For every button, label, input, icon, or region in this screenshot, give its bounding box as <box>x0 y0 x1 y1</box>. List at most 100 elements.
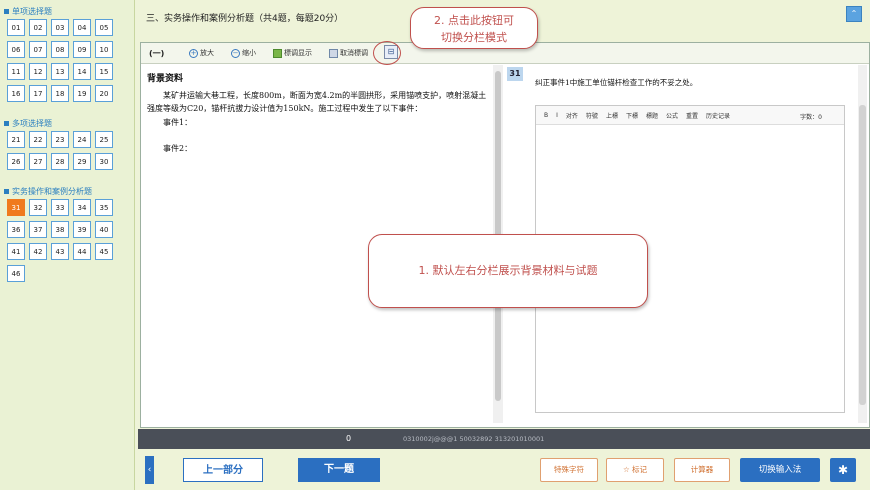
question-button-28[interactable]: 28 <box>51 153 69 170</box>
editor-tool-2[interactable]: 对齐 <box>566 111 578 120</box>
question-button-33[interactable]: 33 <box>51 199 69 216</box>
question-button-03[interactable]: 03 <box>51 19 69 36</box>
bottom-bar: ‹ 上一部分 下一题 特殊字符 ☆ 标记 计算器 切换输入法 ✱ <box>138 452 870 490</box>
collapse-sidebar-button[interactable]: ‹ <box>145 456 154 484</box>
question-button-42[interactable]: 42 <box>29 243 47 260</box>
background-title: 背景资料 <box>147 74 184 84</box>
callout-left-right: 1. 默认左右分栏展示背景材料与试题 <box>368 234 648 308</box>
cancel-highlight-icon <box>329 48 338 58</box>
zoom-out-button[interactable]: − 缩小 <box>231 47 256 59</box>
minus-icon: − <box>231 48 240 58</box>
callout-line-2: 切换分栏模式 <box>441 31 507 44</box>
question-button-29[interactable]: 29 <box>73 153 91 170</box>
question-text: 纠正事件1中施工单位锚杆检查工作的不妥之处。 <box>535 78 698 87</box>
section-label: 实务操作和案例分析题 <box>12 187 92 196</box>
question-button-37[interactable]: 37 <box>29 221 47 238</box>
question-button-12[interactable]: 12 <box>29 63 47 80</box>
question-button-06[interactable]: 06 <box>7 41 25 58</box>
question-button-24[interactable]: 24 <box>73 131 91 148</box>
question-button-18[interactable]: 18 <box>51 85 69 102</box>
question-button-34[interactable]: 34 <box>73 199 91 216</box>
question-button-04[interactable]: 04 <box>73 19 91 36</box>
question-button-19[interactable]: 19 <box>73 85 91 102</box>
editor-toolbar: B I 对齐 符號 上標 下標 標题 公式 重置 历史记录 <box>536 106 844 125</box>
status-number: 0 <box>346 434 352 443</box>
question-button-13[interactable]: 13 <box>51 63 69 80</box>
question-button-01[interactable]: 01 <box>7 19 25 36</box>
zoom-in-button[interactable]: + 放大 <box>189 47 214 59</box>
question-button-11[interactable]: 11 <box>7 63 25 80</box>
question-button-09[interactable]: 09 <box>73 41 91 58</box>
right-scrollbar[interactable] <box>858 65 867 423</box>
question-button-17[interactable]: 17 <box>29 85 47 102</box>
editor-tool-7[interactable]: 公式 <box>666 111 678 120</box>
cancel-highlight-button[interactable]: 取消標调 <box>329 47 368 59</box>
highlight-label: 標调显示 <box>284 49 312 57</box>
question-button-38[interactable]: 38 <box>51 221 69 238</box>
question-button-31[interactable]: 31 <box>7 199 25 216</box>
collapse-icon[interactable]: ⌃ <box>846 6 862 22</box>
editor-tool-8[interactable]: 重置 <box>686 111 698 120</box>
question-button-05[interactable]: 05 <box>95 19 113 36</box>
editor-tool-0[interactable]: B <box>544 112 548 119</box>
mark-button[interactable]: ☆ 标记 <box>606 458 664 482</box>
question-button-22[interactable]: 22 <box>29 131 47 148</box>
prev-part-button[interactable]: 上一部分 <box>183 458 263 482</box>
editor-tool-9[interactable]: 历史记录 <box>706 111 730 120</box>
section-title-single: 单项选择题 <box>4 6 52 17</box>
question-button-36[interactable]: 36 <box>7 221 25 238</box>
question-button-40[interactable]: 40 <box>95 221 113 238</box>
question-button-25[interactable]: 25 <box>95 131 113 148</box>
part-label: (一) <box>149 49 165 58</box>
question-button-41[interactable]: 41 <box>7 243 25 260</box>
question-nav-sidebar: 单项选择题 多项选择题 实务操作和案例分析题 01 02 03 04 05 06 07 08 0… <box>0 0 135 490</box>
question-button-20[interactable]: 20 <box>95 85 113 102</box>
question-button-08[interactable]: 08 <box>51 41 69 58</box>
event-2-label: 事件2： <box>163 144 193 153</box>
question-button-23[interactable]: 23 <box>51 131 69 148</box>
scroll-thumb[interactable] <box>859 105 866 405</box>
callout-split-hint: 2. 点击此按钮可 切换分栏模式 <box>410 7 538 49</box>
question-button-15[interactable]: 15 <box>95 63 113 80</box>
question-button-16[interactable]: 16 <box>7 85 25 102</box>
section-title-multi: 多项选择题 <box>4 118 52 129</box>
editor-tool-3[interactable]: 符號 <box>586 111 598 120</box>
question-button-39[interactable]: 39 <box>73 221 91 238</box>
section-heading: 三、实务操作和案例分析题（共4题，每题20分） <box>146 14 344 24</box>
question-button-30[interactable]: 30 <box>95 153 113 170</box>
gear-icon[interactable]: ✱ <box>830 458 856 482</box>
next-question-button[interactable]: 下一题 <box>298 458 380 482</box>
editor-tool-5[interactable]: 下標 <box>626 111 638 120</box>
question-button-07[interactable]: 07 <box>29 41 47 58</box>
editor-tool-6[interactable]: 標题 <box>646 111 658 120</box>
status-code: 0310002j@@@1 50032892 313201010001 <box>403 435 545 443</box>
calculator-button[interactable]: 计算器 <box>674 458 730 482</box>
special-chars-button[interactable]: 特殊字符 <box>540 458 598 482</box>
question-button-32[interactable]: 32 <box>29 199 47 216</box>
editor-tool-4[interactable]: 上標 <box>606 111 618 120</box>
question-button-27[interactable]: 27 <box>29 153 47 170</box>
zoom-out-label: 缩小 <box>242 49 256 57</box>
plus-icon: + <box>189 48 198 58</box>
question-button-14[interactable]: 14 <box>73 63 91 80</box>
highlight-icon <box>273 48 282 58</box>
cancel-highlight-label: 取消標调 <box>340 49 368 57</box>
question-button-35[interactable]: 35 <box>95 199 113 216</box>
bullet-icon <box>4 121 9 126</box>
status-bar: 0 0310002j@@@1 50032892 313201010001 <box>138 429 870 449</box>
zoom-in-label: 放大 <box>200 49 214 57</box>
question-button-02[interactable]: 02 <box>29 19 47 36</box>
question-button-21[interactable]: 21 <box>7 131 25 148</box>
bullet-icon <box>4 189 9 194</box>
editor-tool-1[interactable]: I <box>556 112 558 119</box>
question-button-10[interactable]: 10 <box>95 41 113 58</box>
question-button-26[interactable]: 26 <box>7 153 25 170</box>
question-button-46[interactable]: 46 <box>7 265 25 282</box>
callout-line-1: 2. 点击此按钮可 <box>434 14 514 27</box>
question-button-43[interactable]: 43 <box>51 243 69 260</box>
switch-input-button[interactable]: 切换输入法 <box>740 458 820 482</box>
question-button-45[interactable]: 45 <box>95 243 113 260</box>
highlight-button[interactable]: 標调显示 <box>273 47 312 59</box>
question-button-44[interactable]: 44 <box>73 243 91 260</box>
word-count: 字数：0 <box>800 114 822 121</box>
